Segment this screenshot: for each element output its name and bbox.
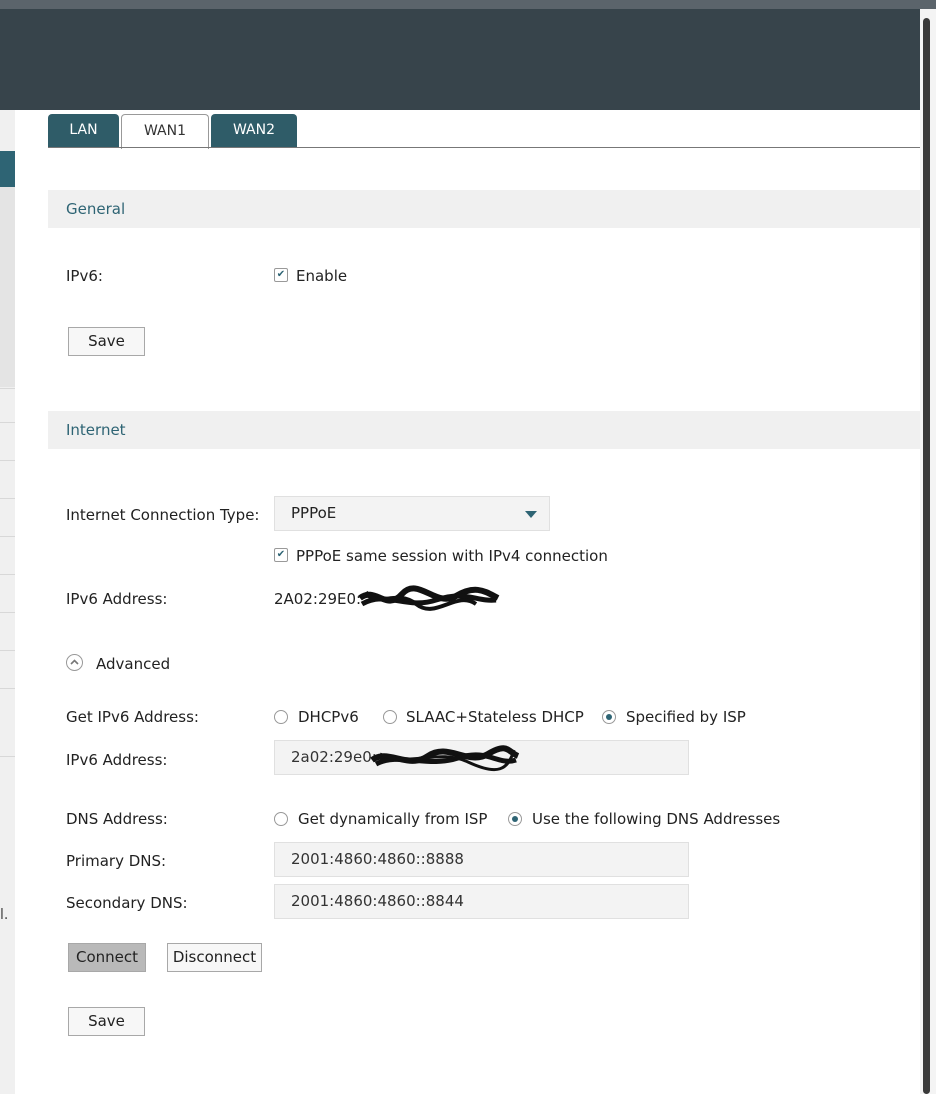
connection-type-select[interactable]: PPPoE [274,496,550,531]
radio-dns-dynamic[interactable] [274,812,288,826]
section-internet-title: Internet [48,411,920,449]
sidebar-divider [0,756,15,757]
radio-slaac-label: SLAAC+Stateless DHCP [406,708,584,726]
radio-dns-manual[interactable] [508,812,522,826]
connection-type-value: PPPoE [291,504,337,522]
sidebar-divider [0,612,15,613]
radio-specified-by-isp-label: Specified by ISP [626,708,746,726]
radio-specified-by-isp[interactable] [602,710,616,724]
sidebar-divider [0,574,15,575]
tab-lan[interactable]: LAN [48,114,119,147]
sidebar-divider [0,536,15,537]
connection-type-label: Internet Connection Type: [66,506,260,524]
radio-dns-dynamic-label: Get dynamically from ISP [298,810,488,828]
section-general-title: General [48,190,920,228]
radio-slaac[interactable] [383,710,397,724]
secondary-dns-input[interactable]: 2001:4860:4860::8844 [274,884,689,919]
ipv6-address-label: IPv6 Address: [66,590,168,608]
ipv6-enable-label: Enable [296,267,348,285]
ipv6-label: IPv6: [66,267,103,285]
general-save-button[interactable]: Save [68,327,145,356]
left-sidebar: l. [0,110,15,1094]
header-bar [0,9,936,110]
disconnect-button[interactable]: Disconnect [167,943,262,972]
scrollbar-thumb[interactable] [923,18,930,1094]
primary-dns-input[interactable]: 2001:4860:4860::8888 [274,842,689,877]
dns-address-label: DNS Address: [66,810,168,828]
sidebar-divider [0,498,15,499]
secondary-dns-label: Secondary DNS: [66,894,188,912]
sidebar-divider [0,388,15,389]
chevron-down-icon [525,511,537,518]
connect-button[interactable]: Connect [68,943,146,972]
ipv6-enable-checkbox[interactable]: ✔ [274,268,288,282]
sidebar-divider [0,460,15,461]
ipv6-field-label: IPv6 Address: [66,751,168,769]
ipv6-address-value: 2A02:29E0: [274,590,362,608]
secondary-dns-value: 2001:4860:4860::8844 [291,892,464,910]
sidebar-band [0,187,15,387]
top-strip [0,0,936,9]
primary-dns-label: Primary DNS: [66,852,167,870]
primary-dns-value: 2001:4860:4860::8888 [291,850,464,868]
sidebar-divider [0,688,15,689]
sidebar-divider [0,422,15,423]
get-ipv6-label: Get IPv6 Address: [66,708,199,726]
tab-wan1[interactable]: WAN1 [121,114,209,149]
pppoe-same-session-checkbox[interactable]: ✔ [274,548,288,562]
radio-dns-manual-label: Use the following DNS Addresses [532,810,781,828]
tab-wan2[interactable]: WAN2 [211,114,297,147]
sidebar-divider [0,650,15,651]
sidebar-active-item[interactable] [0,151,15,187]
redaction-scribble [358,585,500,611]
internet-save-button[interactable]: Save [68,1007,145,1036]
radio-dhcpv6[interactable] [274,710,288,724]
sidebar-text-fragment: l. [0,907,9,923]
collapse-icon[interactable] [66,654,83,671]
advanced-toggle[interactable]: Advanced [96,655,170,673]
radio-dhcpv6-label: DHCPv6 [298,708,359,726]
tab-underline [48,147,920,148]
pppoe-same-session-label: PPPoE same session with IPv4 connection [296,547,608,565]
ipv6-address-input-value: 2a02:29e0: [291,748,377,766]
redaction-scribble [370,745,520,772]
